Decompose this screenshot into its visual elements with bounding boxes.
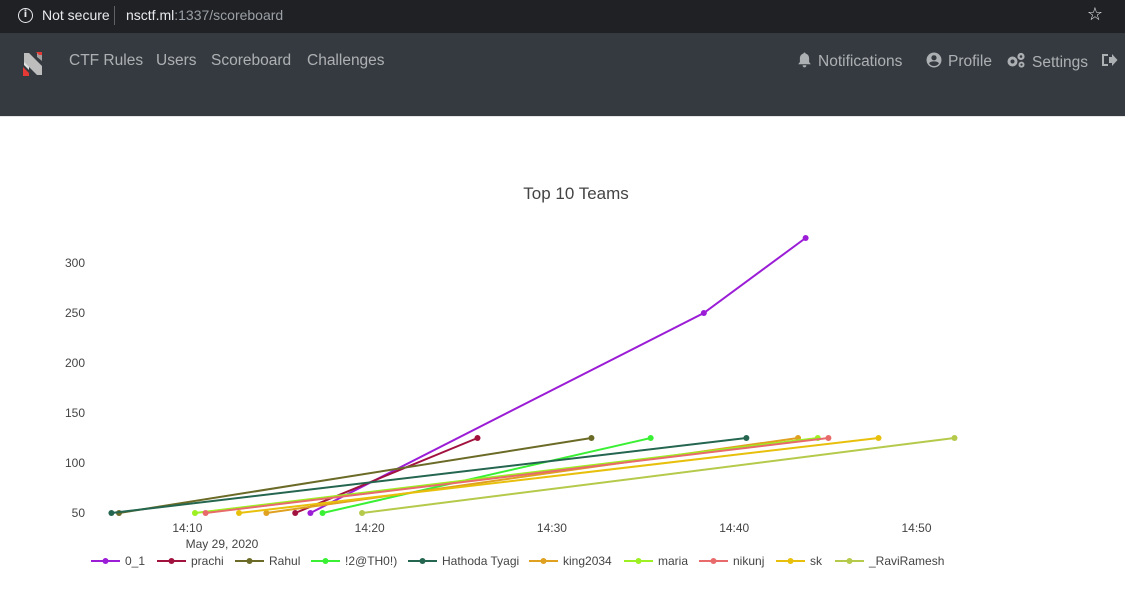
- line-chart: Top 10 Teams 50 100 150 200 250 300 14:10 14:2…: [65, 184, 958, 568]
- legend-swatch-dot: [102, 558, 109, 564]
- data-point[interactable]: [236, 510, 243, 516]
- y-tick-label: 200: [65, 356, 85, 370]
- legend-label: maria: [658, 554, 688, 568]
- url-host: nsctf.ml: [126, 7, 175, 23]
- legend-item[interactable]: maria: [624, 554, 688, 568]
- data-point[interactable]: [743, 435, 750, 441]
- info-icon[interactable]: i: [18, 8, 33, 23]
- series-line: [194, 437, 818, 514]
- y-tick-label: 50: [72, 506, 86, 520]
- nav-notifications-label: Notifications: [818, 53, 903, 70]
- url-path: :1337/scoreboard: [174, 7, 284, 23]
- legend-item[interactable]: sk: [776, 554, 823, 568]
- y-axis: 50 100 150 200 250 300: [65, 256, 85, 520]
- legend-label: _RaviRamesh: [868, 554, 944, 568]
- legend-swatch-dot: [710, 558, 717, 564]
- legend-swatch-dot: [246, 558, 253, 564]
- address-separator: [114, 6, 115, 25]
- legend-swatch-dot: [787, 558, 794, 564]
- legend: 0_1 prachi Rahul !2@TH0!) Hathoda Tyagi king2…: [91, 554, 944, 568]
- series-_RaviRamesh: [359, 435, 958, 516]
- legend-label: Rahul: [269, 554, 300, 568]
- y-tick-label: 250: [65, 306, 85, 320]
- chart-title: Top 10 Teams: [523, 184, 629, 203]
- nav-settings-label: Settings: [1032, 54, 1089, 71]
- nav-users[interactable]: Users: [156, 52, 196, 70]
- data-point[interactable]: [875, 435, 882, 441]
- data-point[interactable]: [108, 510, 115, 516]
- user-circle-icon: [926, 52, 942, 68]
- data-point[interactable]: [647, 435, 654, 441]
- legend-item[interactable]: prachi: [157, 554, 224, 568]
- nav-settings[interactable]: Settings: [1006, 52, 1088, 72]
- sign-out-icon: [1102, 54, 1118, 66]
- x-tick-label: 14:10: [172, 521, 202, 535]
- nav-profile-label: Profile: [948, 53, 992, 70]
- x-tick-label: 14:50: [901, 521, 931, 535]
- data-point[interactable]: [307, 510, 314, 516]
- series-layer: [108, 235, 958, 516]
- cogs-icon: [1007, 52, 1025, 68]
- scoreboard-chart: Top 10 Teams 50 100 150 200 250 300 14:10 14:2…: [0, 118, 1125, 597]
- legend-item[interactable]: Rahul: [235, 554, 300, 568]
- legend-item[interactable]: 0_1: [91, 554, 145, 568]
- series-line: [238, 437, 879, 514]
- security-label[interactable]: Not secure: [42, 7, 110, 23]
- data-point[interactable]: [319, 510, 326, 516]
- x-tick-label: 14:20: [355, 521, 385, 535]
- bookmark-star-icon[interactable]: ☆: [1087, 4, 1103, 25]
- legend-swatch-dot: [540, 558, 547, 564]
- y-tick-label: 150: [65, 406, 85, 420]
- series-0_1: [307, 235, 809, 516]
- nav-ctf-rules[interactable]: CTF Rules: [69, 52, 143, 70]
- legend-item[interactable]: king2034: [529, 554, 612, 568]
- legend-swatch-dot: [168, 558, 175, 564]
- data-point[interactable]: [359, 510, 366, 516]
- data-point[interactable]: [802, 235, 809, 241]
- series-!2@TH0!): [319, 435, 654, 516]
- bell-icon: [798, 52, 811, 68]
- data-point[interactable]: [191, 510, 198, 516]
- site-navbar: CTF Rules Users Scoreboard Challenges No…: [0, 33, 1125, 117]
- x-tick-label: 14:40: [719, 521, 749, 535]
- x-axis: 14:10 14:20 14:30 14:40 14:50: [172, 521, 931, 535]
- y-tick-label: 300: [65, 256, 85, 270]
- url-field[interactable]: nsctf.ml:1337/scoreboard: [126, 7, 283, 23]
- legend-label: nikunj: [733, 554, 764, 568]
- legend-label: prachi: [191, 554, 224, 568]
- legend-label: Hathoda Tyagi: [442, 554, 519, 568]
- nav-profile[interactable]: Profile: [926, 52, 992, 71]
- y-tick-label: 100: [65, 456, 85, 470]
- data-point[interactable]: [700, 310, 707, 316]
- legend-label: !2@TH0!): [345, 554, 397, 568]
- legend-swatch-dot: [635, 558, 642, 564]
- data-point[interactable]: [951, 435, 958, 441]
- x-axis-date-label: May 29, 2020: [186, 537, 259, 551]
- data-point[interactable]: [474, 435, 481, 441]
- legend-label: king2034: [563, 554, 612, 568]
- nav-notifications[interactable]: Notifications: [797, 52, 902, 71]
- data-point[interactable]: [292, 510, 299, 516]
- legend-item[interactable]: Hathoda Tyagi: [408, 554, 519, 568]
- data-point[interactable]: [202, 510, 209, 516]
- legend-swatch-dot: [846, 558, 853, 564]
- legend-item[interactable]: nikunj: [699, 554, 764, 568]
- nav-scoreboard[interactable]: Scoreboard: [211, 52, 291, 70]
- legend-item[interactable]: _RaviRamesh: [835, 554, 944, 568]
- logout-link[interactable]: [1101, 52, 1124, 71]
- legend-swatch-dot: [419, 558, 426, 564]
- legend-label: sk: [810, 554, 823, 568]
- legend-swatch-dot: [322, 558, 329, 564]
- x-tick-label: 14:30: [537, 521, 567, 535]
- series-line: [322, 437, 651, 514]
- legend-label: 0_1: [125, 554, 145, 568]
- nav-challenges[interactable]: Challenges: [307, 52, 385, 70]
- data-point[interactable]: [588, 435, 595, 441]
- data-point[interactable]: [825, 435, 832, 441]
- ctf-logo-icon[interactable]: [20, 51, 46, 77]
- legend-item[interactable]: !2@TH0!): [311, 554, 397, 568]
- browser-address-bar: i Not secure nsctf.ml:1337/scoreboard ☆: [0, 0, 1125, 33]
